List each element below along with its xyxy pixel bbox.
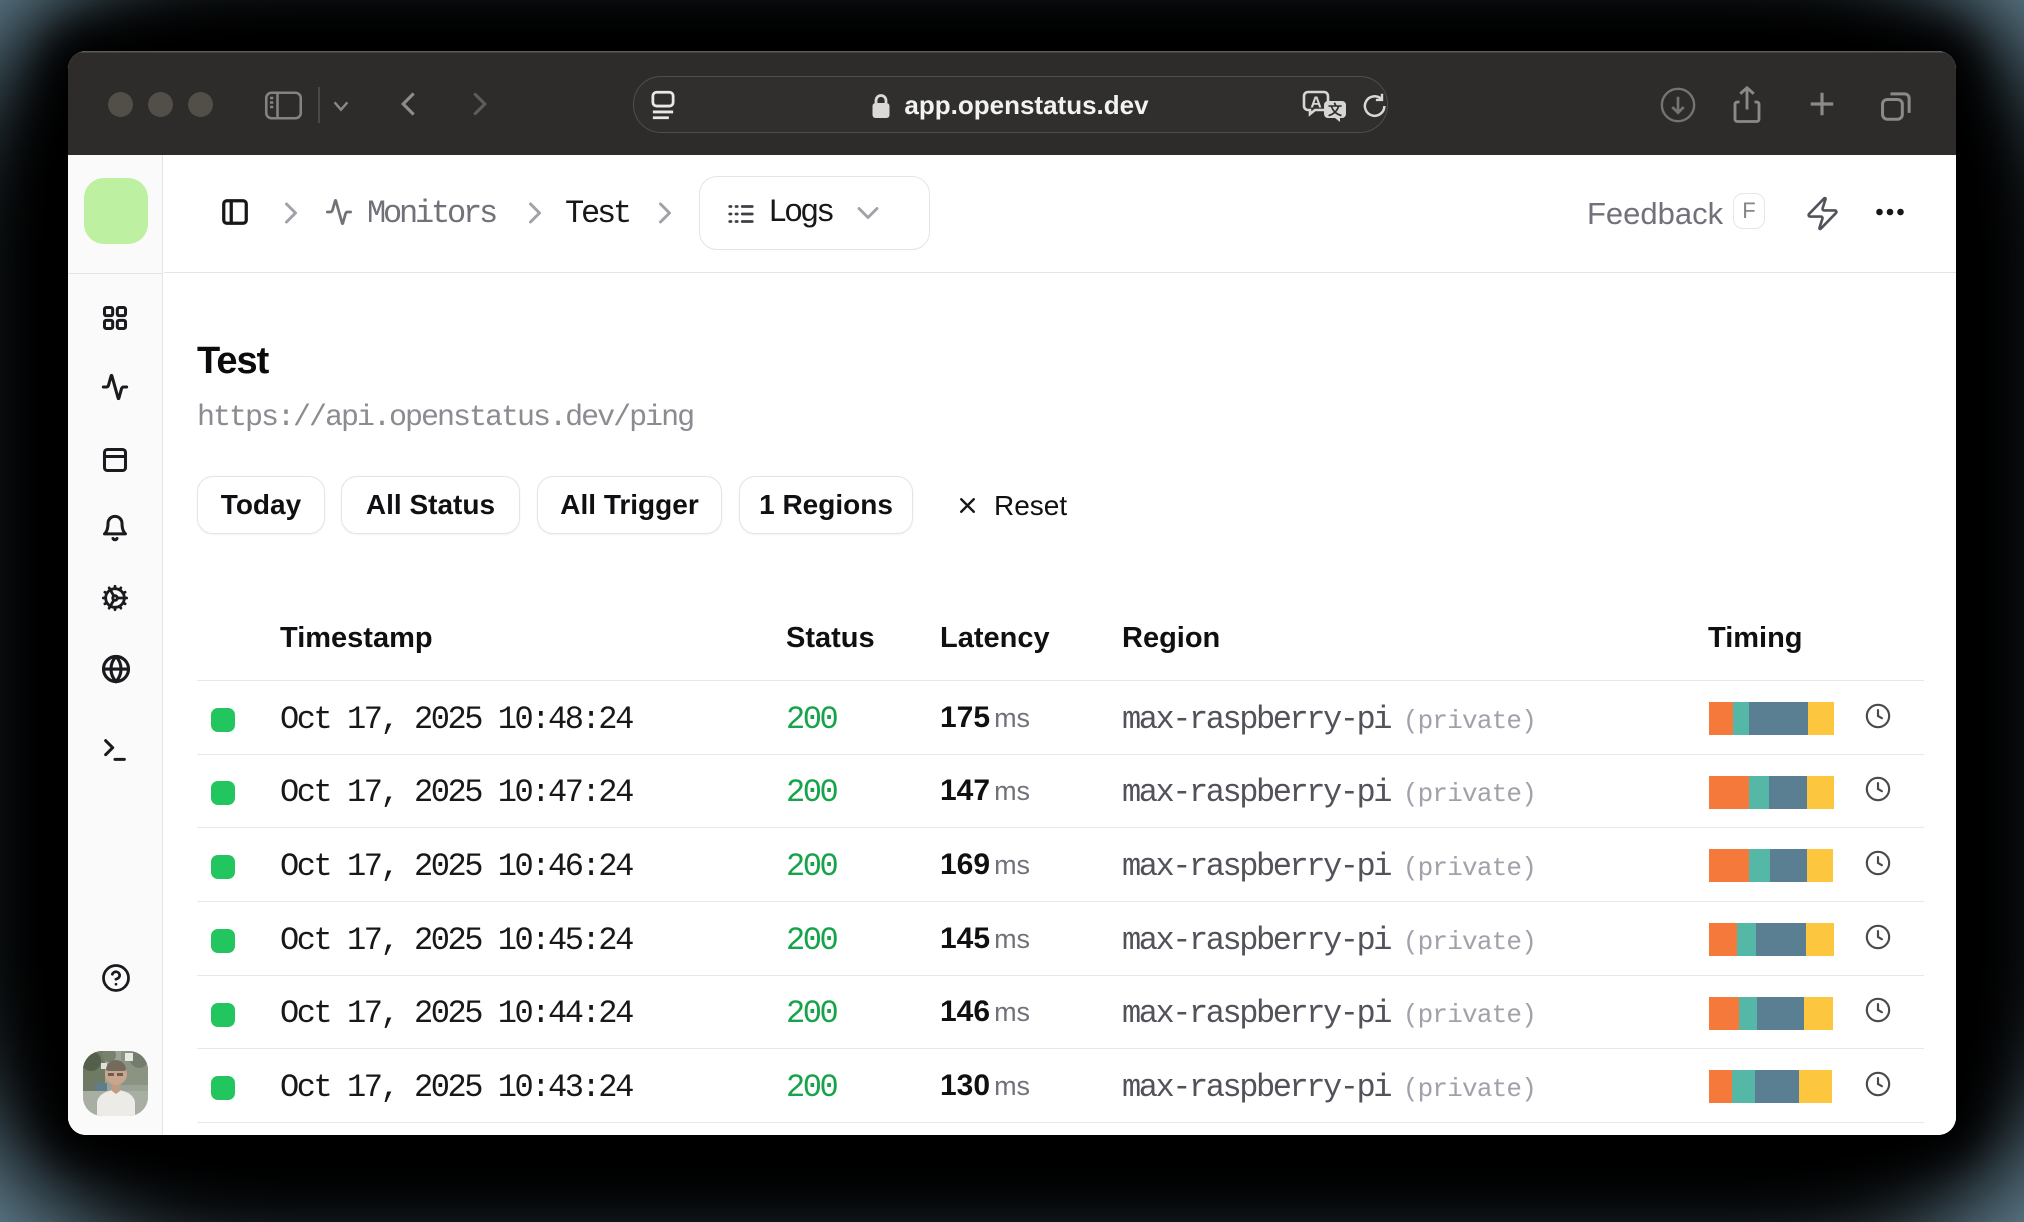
svg-text:文: 文	[1328, 102, 1343, 118]
svg-text:A: A	[1310, 95, 1322, 112]
